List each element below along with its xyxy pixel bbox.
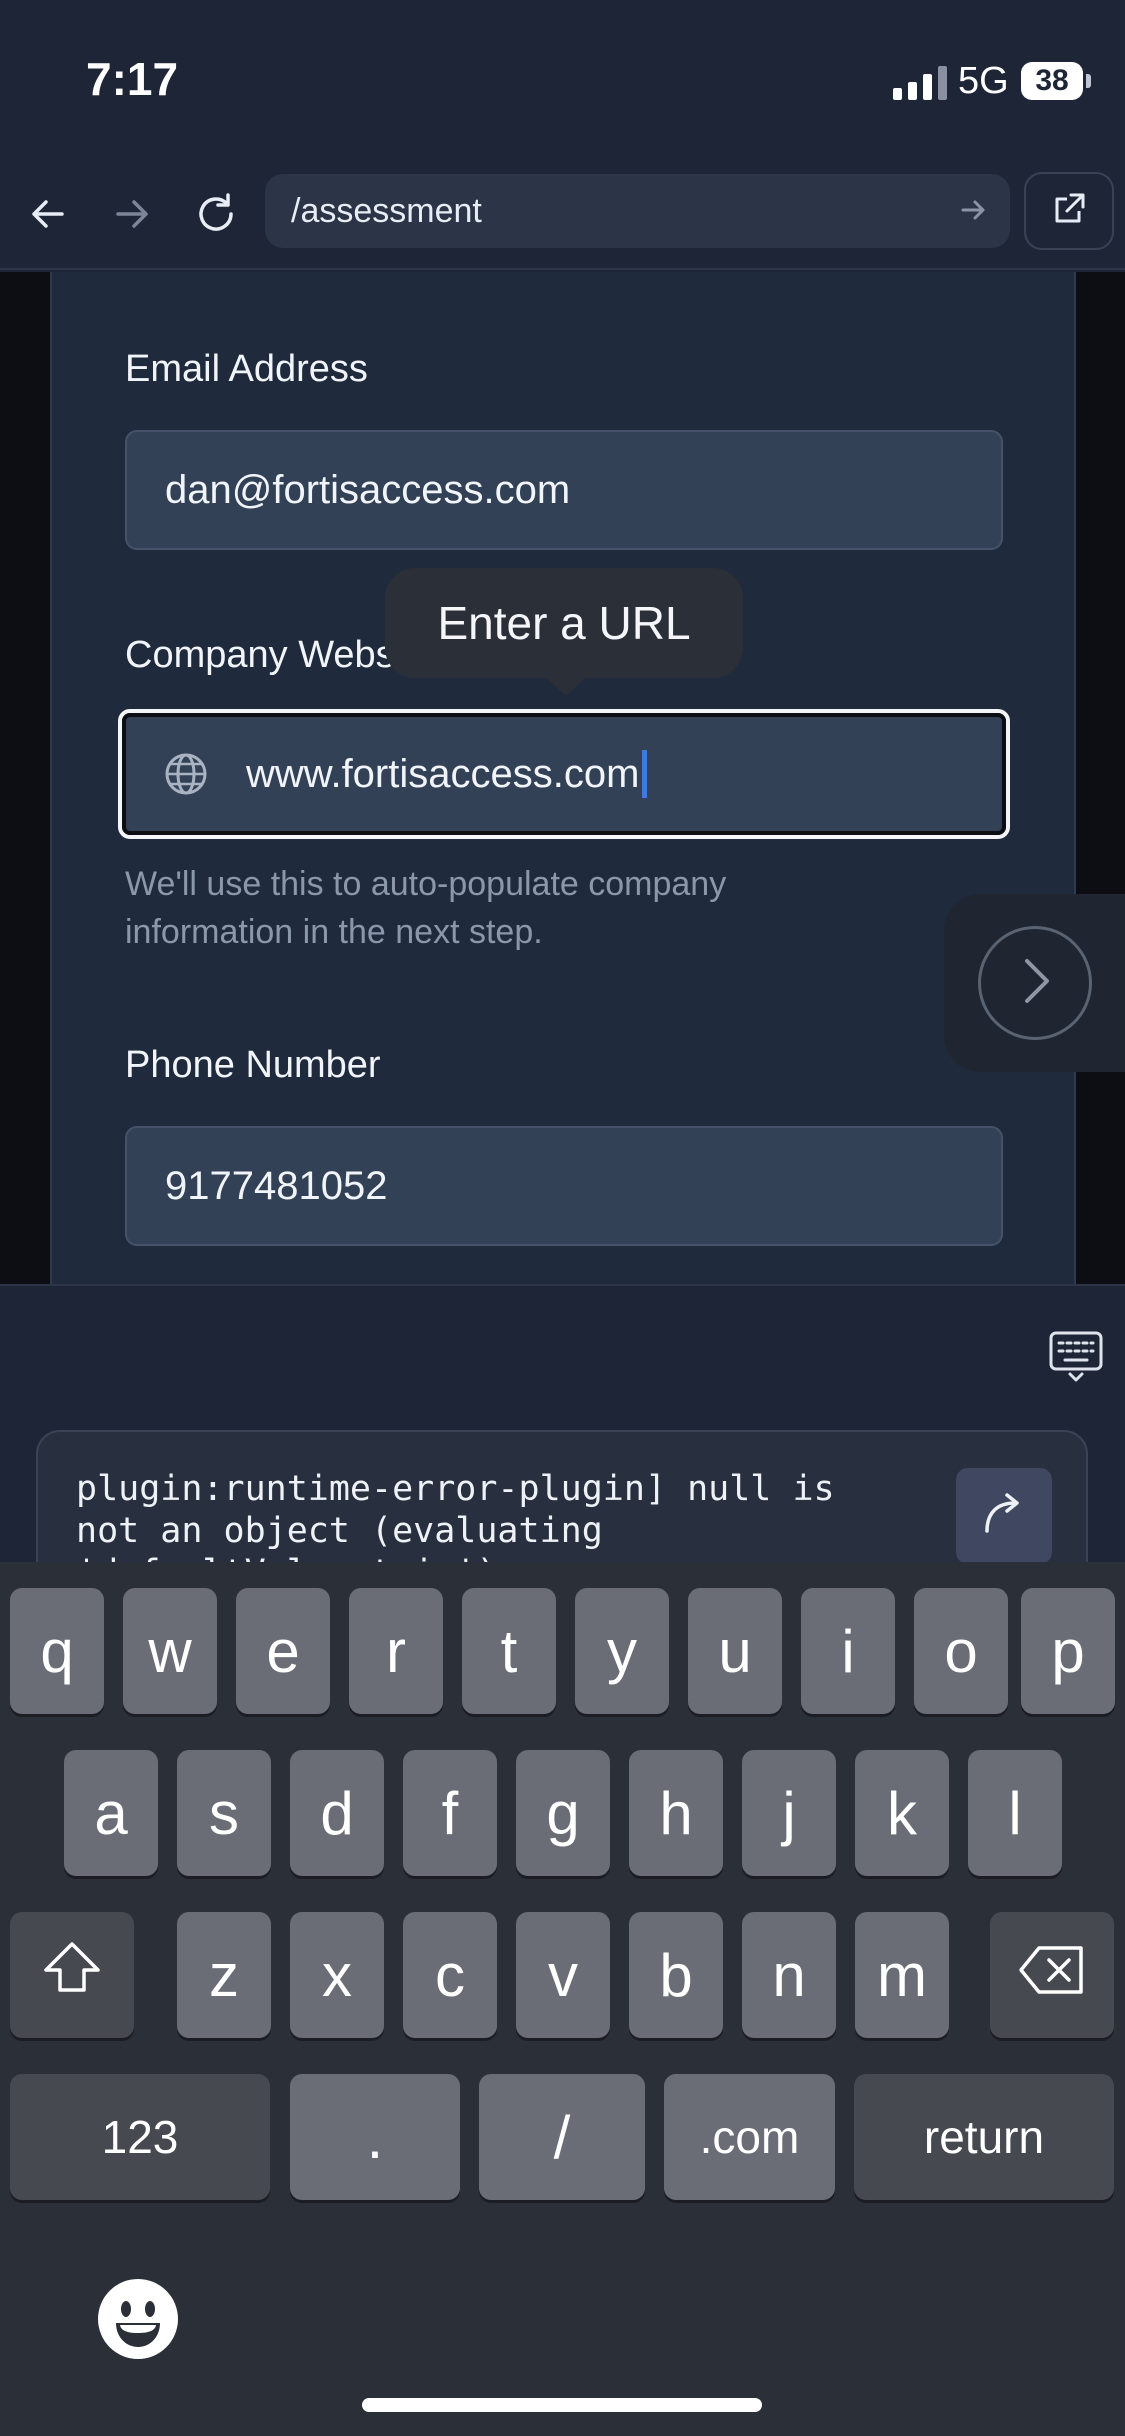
open-external-button[interactable] — [1024, 172, 1114, 250]
send-button[interactable] — [956, 1468, 1052, 1564]
key-a[interactable]: a — [64, 1750, 158, 1876]
key-c[interactable]: c — [403, 1912, 497, 2038]
shift-icon — [40, 1938, 104, 2012]
key-x[interactable]: x — [290, 1912, 384, 2038]
website-field[interactable]: www.fortisaccess.com — [118, 709, 1010, 839]
key-m[interactable]: m — [855, 1912, 949, 2038]
page-viewport: Email Address dan@fortisaccess.com Compa… — [0, 272, 1125, 1284]
validation-tooltip: Enter a URL — [385, 568, 743, 678]
battery-icon: 38 — [1021, 62, 1083, 100]
signal-icon — [893, 66, 947, 100]
assessment-form-card: Email Address dan@fortisaccess.com Compa… — [50, 272, 1076, 1284]
email-label: Email Address — [125, 348, 368, 390]
key-k[interactable]: k — [855, 1750, 949, 1876]
emoji-icon[interactable] — [96, 2277, 180, 2361]
slash-key[interactable]: / — [479, 2074, 645, 2200]
numbers-key[interactable]: 123 — [10, 2074, 270, 2200]
key-q[interactable]: q — [10, 1588, 104, 1714]
key-u[interactable]: u — [688, 1588, 782, 1714]
key-b[interactable]: b — [629, 1912, 723, 2038]
status-time: 7:17 — [86, 53, 179, 105]
keyboard-toggle-icon[interactable] — [1048, 1330, 1104, 1384]
key-t[interactable]: t — [462, 1588, 556, 1714]
key-l[interactable]: l — [968, 1750, 1062, 1876]
phone-label: Phone Number — [125, 1044, 381, 1086]
key-n[interactable]: n — [742, 1912, 836, 2038]
reload-icon[interactable] — [186, 184, 246, 244]
website-value: www.fortisaccess.com — [246, 751, 640, 796]
dotcom-key[interactable]: .com — [664, 2074, 835, 2200]
battery-tip — [1086, 74, 1091, 88]
dot-key[interactable]: . — [290, 2074, 460, 2200]
key-i[interactable]: i — [801, 1588, 895, 1714]
globe-icon — [162, 750, 210, 798]
forward-arrow-icon[interactable] — [102, 184, 162, 244]
key-g[interactable]: g — [516, 1750, 610, 1876]
shift-key[interactable] — [10, 1912, 134, 2038]
go-arrow-icon[interactable] — [958, 194, 990, 231]
status-bar: 7:17 5G 38 — [0, 0, 1125, 160]
dev-console-area: plugin:runtime-error-plugin] null is not… — [0, 1284, 1125, 1610]
key-s[interactable]: s — [177, 1750, 271, 1876]
key-r[interactable]: r — [349, 1588, 443, 1714]
email-field[interactable]: dan@fortisaccess.com — [125, 430, 1003, 550]
tooltip-tail — [542, 674, 590, 696]
next-button[interactable] — [978, 926, 1092, 1040]
browser-toolbar: /assessment — [0, 160, 1125, 270]
share-arrow-icon — [979, 1489, 1029, 1544]
backspace-icon — [1017, 1941, 1087, 2010]
key-o[interactable]: o — [914, 1588, 1008, 1714]
key-h[interactable]: h — [629, 1750, 723, 1876]
home-indicator — [362, 2398, 762, 2412]
delete-key[interactable] — [990, 1912, 1114, 2038]
back-arrow-icon[interactable] — [18, 184, 78, 244]
key-v[interactable]: v — [516, 1912, 610, 2038]
phone-field[interactable]: 9177481052 — [125, 1126, 1003, 1246]
website-hint: We'll use this to auto-populate company … — [125, 865, 727, 951]
return-key[interactable]: return — [854, 2074, 1114, 2200]
network-type: 5G — [958, 60, 1009, 102]
key-e[interactable]: e — [236, 1588, 330, 1714]
key-y[interactable]: y — [575, 1588, 669, 1714]
key-f[interactable]: f — [403, 1750, 497, 1876]
key-j[interactable]: j — [742, 1750, 836, 1876]
key-z[interactable]: z — [177, 1912, 271, 2038]
key-d[interactable]: d — [290, 1750, 384, 1876]
key-w[interactable]: w — [123, 1588, 217, 1714]
chevron-right-icon — [1005, 951, 1065, 1016]
external-link-icon — [1051, 191, 1087, 232]
url-text: /assessment — [291, 192, 482, 230]
key-p[interactable]: p — [1021, 1588, 1115, 1714]
text-caret — [642, 750, 648, 798]
url-bar[interactable]: /assessment — [265, 174, 1010, 248]
onscreen-keyboard: q w e r t y u i o p a s d f g h j k l z … — [0, 1562, 1125, 2436]
